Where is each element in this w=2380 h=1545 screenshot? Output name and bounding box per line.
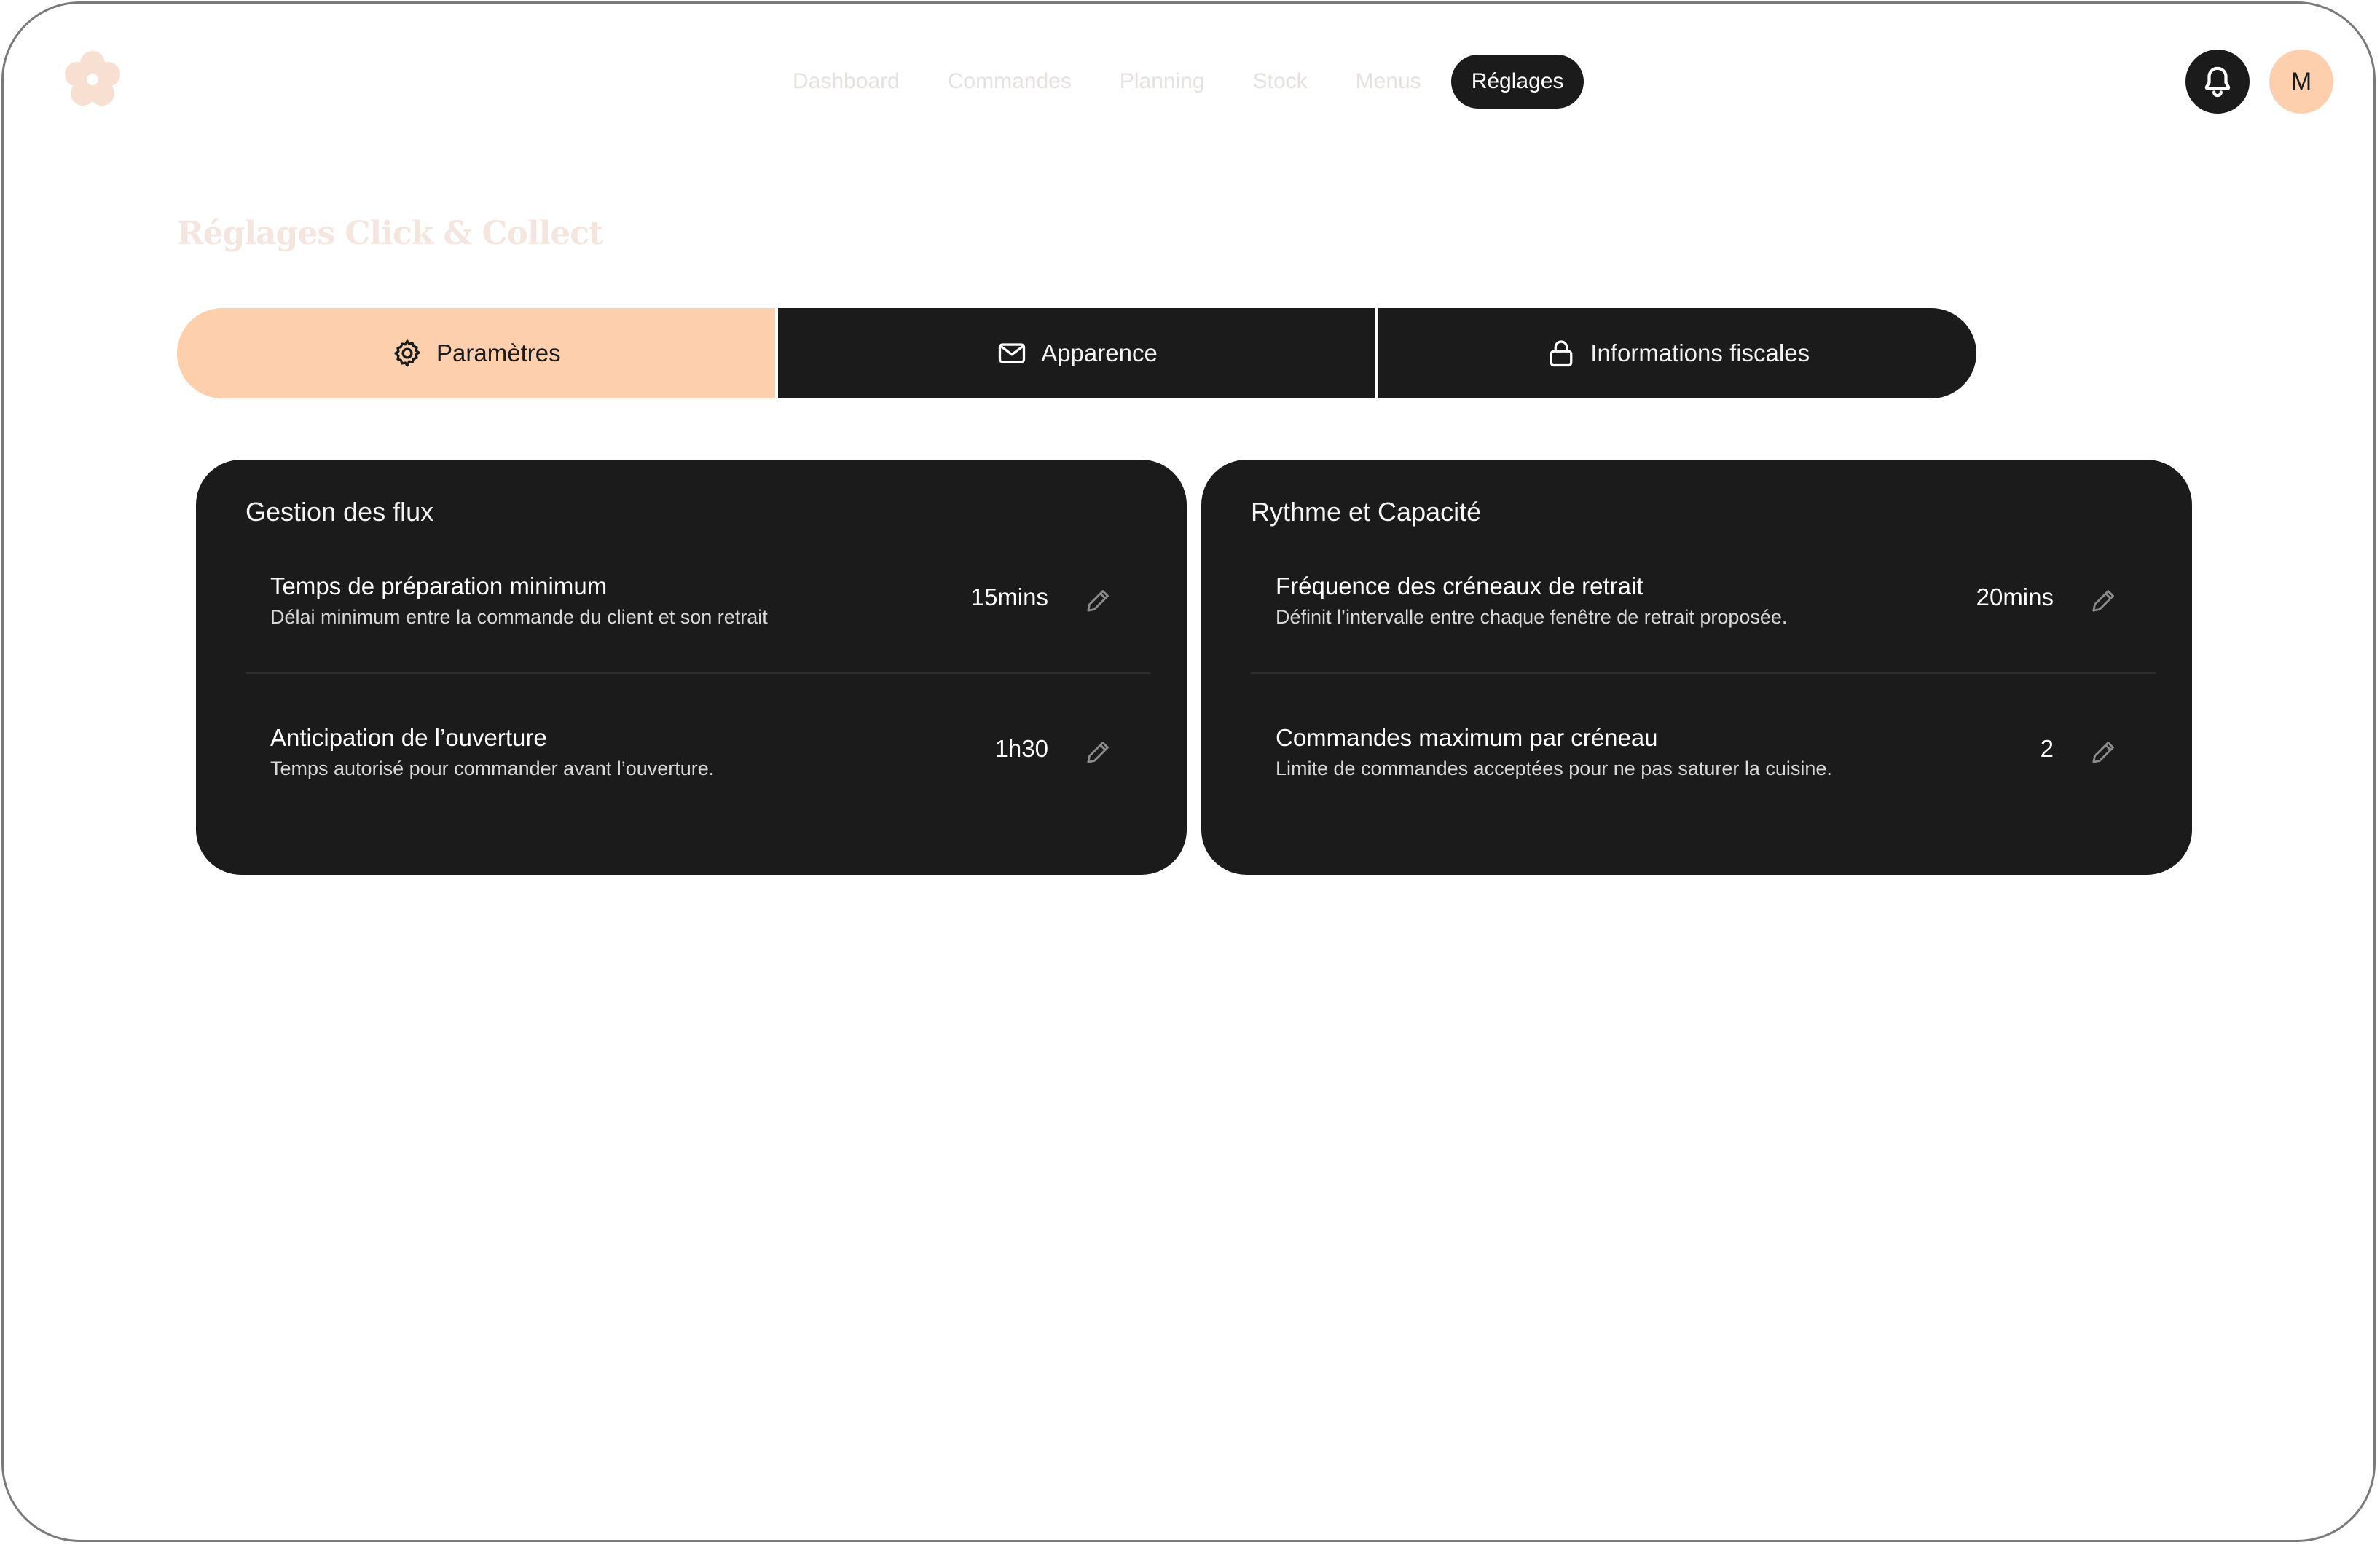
card-title: Rythme et Capacité — [1251, 497, 1482, 527]
tab-apparence[interactable]: Apparence — [777, 308, 1376, 398]
setting-value: 15mins — [970, 583, 1048, 610]
setting-row-frequence: Fréquence des créneaux de retrait Défini… — [1251, 565, 2156, 674]
setting-value: 1h30 — [994, 735, 1048, 762]
pencil-icon — [1087, 742, 1109, 763]
setting-row-anticipation: Anticipation de l’ouverture Temps autori… — [246, 716, 1150, 825]
tab-informations-fiscales[interactable]: Informations fiscales — [1378, 308, 1977, 398]
avatar-initial: M — [2290, 67, 2312, 95]
edit-button[interactable] — [2089, 585, 2119, 616]
lock-icon — [1550, 340, 1573, 367]
gear-icon — [394, 339, 420, 367]
setting-value: 20mins — [1976, 583, 2054, 610]
card-gestion-des-flux: Gestion des flux Temps de préparation mi… — [196, 460, 1187, 875]
tab-label: Apparence — [1041, 339, 1158, 366]
nav-stock[interactable]: Stock — [1229, 55, 1332, 109]
edit-button[interactable] — [2089, 736, 2119, 767]
setting-label: Commandes maximum par créneau — [1276, 724, 1658, 751]
flower-logo-icon[interactable] — [62, 49, 123, 110]
app-window: Dashboard Commandes Planning Stock Menus… — [1, 1, 2376, 1542]
user-avatar[interactable]: M — [2269, 50, 2333, 114]
setting-value: 2 — [2040, 735, 2054, 762]
pencil-icon — [1087, 590, 1109, 612]
nav-reglages[interactable]: Réglages — [1450, 55, 1584, 109]
notifications-button[interactable] — [2185, 50, 2250, 114]
main-nav: Dashboard Commandes Planning Stock Menus… — [769, 55, 1584, 109]
settings-tabs: Paramètres Apparence Informations fiscal… — [177, 308, 1977, 398]
setting-description: Limite de commandes acceptées pour ne pa… — [1276, 758, 1832, 779]
bell-icon — [2204, 66, 2231, 98]
mail-icon — [999, 343, 1026, 363]
tab-label: Informations fiscales — [1590, 339, 1810, 366]
card-title: Gestion des flux — [246, 497, 434, 527]
nav-menus[interactable]: Menus — [1332, 55, 1445, 109]
edit-button[interactable] — [1083, 736, 1114, 767]
pencil-icon — [2092, 742, 2114, 763]
pencil-icon — [2092, 590, 2114, 612]
tab-parametres[interactable]: Paramètres — [177, 308, 775, 398]
nav-planning[interactable]: Planning — [1096, 55, 1229, 109]
setting-row-preparation: Temps de préparation minimum Délai minim… — [246, 565, 1150, 674]
tab-label: Paramètres — [436, 339, 561, 366]
setting-row-commandes-max: Commandes maximum par créneau Limite de … — [1251, 716, 2156, 825]
card-rythme-et-capacite: Rythme et Capacité Fréquence des créneau… — [1201, 460, 2192, 875]
edit-button[interactable] — [1083, 585, 1114, 616]
nav-commandes[interactable]: Commandes — [924, 55, 1096, 109]
page-title: Réglages Click & Collect — [177, 215, 603, 252]
nav-dashboard[interactable]: Dashboard — [769, 55, 924, 109]
